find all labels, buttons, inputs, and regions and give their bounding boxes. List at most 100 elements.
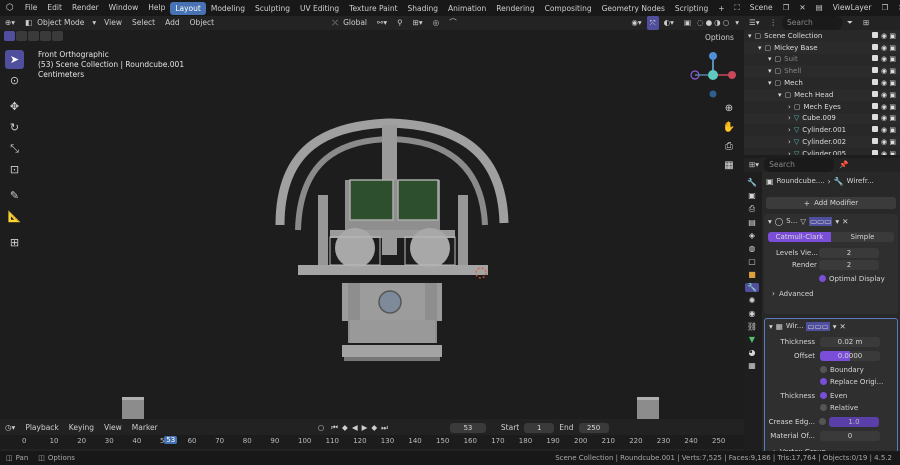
viewport-toggle-icon[interactable]: ▭▭▭	[809, 216, 833, 226]
properties-editor-icon[interactable]: ⊞▾	[744, 158, 764, 172]
menu-view[interactable]: View	[99, 16, 127, 30]
select-invert-icon[interactable]	[40, 31, 51, 41]
include-checkbox[interactable]	[872, 138, 879, 145]
pivot-icon[interactable]: ⚯▾	[372, 16, 392, 30]
include-checkbox[interactable]	[872, 43, 879, 50]
timeline-ruler[interactable]: 0102030405060708090100110120130140150160…	[0, 435, 744, 449]
start-frame-field[interactable]: 1	[524, 422, 555, 433]
tab-texture-paint[interactable]: Texture Paint	[344, 2, 402, 15]
select-subtract-icon[interactable]	[28, 31, 39, 41]
tab-animation[interactable]: Animation	[443, 2, 491, 15]
scene-icon[interactable]: ⛶	[730, 0, 745, 16]
tab-modeling[interactable]: Modeling	[206, 2, 250, 15]
view-layer-tab-icon[interactable]: ▤	[748, 218, 756, 227]
texture-tab-icon[interactable]: ▦	[748, 361, 756, 370]
catmull-clark-button[interactable]: Catmull-Clark	[768, 232, 831, 242]
menu-add[interactable]: Add	[160, 16, 185, 30]
outliner-row[interactable]: › ▽ Cylinder.005 ◉ ▣	[744, 147, 900, 155]
playhead[interactable]: 53	[164, 436, 178, 444]
tab-sculpting[interactable]: Sculpting	[250, 2, 295, 15]
camera-icon[interactable]: ▣	[889, 32, 896, 40]
transform-orientation-icon[interactable]: ⤫	[327, 16, 338, 30]
shading-options-icon[interactable]: ▾	[730, 16, 744, 30]
mech-head-model[interactable]	[270, 115, 520, 415]
options-dropdown[interactable]: Options	[700, 31, 739, 45]
menu-object[interactable]: Object	[185, 16, 219, 30]
eye-icon[interactable]: ◉	[881, 138, 887, 146]
zoom-icon[interactable]: ⊕	[721, 100, 737, 116]
autokey-icon[interactable]: ○	[313, 421, 330, 435]
material-tab-icon[interactable]: ◕	[749, 348, 756, 357]
remove-modifier-icon[interactable]: ✕	[842, 217, 848, 226]
shading-rendered-icon[interactable]: ○	[722, 16, 731, 30]
annotate-tool-icon[interactable]: ✎	[5, 186, 24, 205]
subsurf-name[interactable]: S...	[786, 217, 797, 225]
cursor-tool-icon[interactable]: ⊙	[5, 71, 24, 90]
tool-tab-icon[interactable]: 🔧	[747, 178, 757, 187]
expand-icon[interactable]: ▾	[768, 79, 772, 87]
include-checkbox[interactable]	[872, 114, 879, 121]
mode-selector[interactable]: Object Mode	[32, 16, 89, 30]
timeline-editor-icon[interactable]: ◷▾	[0, 421, 20, 435]
include-checkbox[interactable]	[872, 149, 879, 155]
expand-icon[interactable]: ›	[788, 114, 791, 122]
crease-field[interactable]: 1.0	[829, 416, 879, 427]
prev-key-icon[interactable]: ◆	[340, 421, 350, 435]
expand-icon[interactable]: ›	[788, 103, 791, 111]
add-cube-tool-icon[interactable]: ⊞	[5, 233, 24, 252]
copy-icon[interactable]: ❐	[876, 0, 893, 16]
overlay-icon[interactable]: ◐▾	[659, 16, 679, 30]
filter-funnel-icon[interactable]: ⏷	[842, 16, 858, 30]
include-checkbox[interactable]	[872, 102, 879, 109]
view-layer-icon[interactable]: ▤	[811, 0, 828, 16]
outliner-row[interactable]: › ▢ Mech Eyes ◉ ▣	[744, 100, 900, 113]
jump-end-icon[interactable]: ⏭	[379, 421, 390, 435]
include-checkbox[interactable]	[872, 31, 879, 38]
expand-icon[interactable]: ›	[788, 126, 791, 134]
collection-tab-icon[interactable]: ▢	[748, 257, 756, 266]
eye-icon[interactable]: ◉	[881, 126, 887, 134]
new-collection-icon[interactable]: ⊞	[858, 16, 874, 30]
tab-compositing[interactable]: Compositing	[540, 2, 597, 15]
end-frame-field[interactable]: 250	[578, 422, 609, 433]
next-key-icon[interactable]: ◆	[369, 421, 379, 435]
expand-icon[interactable]: ▾	[768, 67, 772, 75]
visibility-icon[interactable]: ◉▾	[626, 16, 646, 30]
timeline-menu-marker[interactable]: Marker	[127, 421, 163, 435]
outliner-editor-icon[interactable]: ☰▾	[744, 16, 765, 30]
world-tab-icon[interactable]: ◍	[749, 244, 756, 253]
outliner-row[interactable]: › ▽ Cylinder.002 ◉ ▣	[744, 136, 900, 148]
navigation-gizmo[interactable]	[688, 50, 738, 100]
edit-mode-icon[interactable]: ▽	[800, 217, 806, 226]
camera-icon[interactable]: ▣	[889, 126, 896, 134]
outliner-row[interactable]: ▾ ▢ Mickey Base ◉ ▣	[744, 41, 900, 54]
scene-selector[interactable]: Scene	[745, 0, 778, 16]
pin-icon[interactable]: 📌	[834, 158, 853, 172]
collapse-icon[interactable]: ▾	[768, 217, 772, 226]
rotate-tool-icon[interactable]: ↻	[5, 118, 24, 137]
outliner-row[interactable]: ▾ ▢ Scene Collection ◉ ▣	[744, 30, 900, 42]
play-icon[interactable]: ▶	[360, 421, 370, 435]
eye-icon[interactable]: ◉	[881, 67, 887, 75]
mode-selector-icon[interactable]: ◧	[20, 16, 32, 30]
proportional-edit-icon[interactable]: ◎	[428, 16, 445, 30]
outliner-row[interactable]: ▾ ▢ Suit ◉ ▣	[744, 53, 900, 66]
add-modifier-button[interactable]: + Add Modifier	[766, 197, 896, 209]
simple-button[interactable]: Simple	[831, 232, 894, 242]
physics-tab-icon[interactable]: ◉	[749, 309, 756, 318]
include-checkbox[interactable]	[872, 55, 879, 62]
copy-icon[interactable]: ❐	[778, 0, 795, 16]
jump-start-icon[interactable]: ⏮	[329, 421, 340, 435]
menu-help[interactable]: Help	[143, 0, 170, 16]
snap-icon[interactable]: ⚲	[392, 16, 408, 30]
close-icon[interactable]: ✕	[893, 0, 900, 16]
eye-icon[interactable]: ◉	[881, 114, 887, 122]
advanced-subpanel[interactable]: › Advanced	[764, 288, 898, 299]
offset-field[interactable]: 0.0000	[820, 350, 880, 361]
thickness-field[interactable]: 0.02 m	[820, 336, 880, 347]
levels-field[interactable]: 2	[819, 247, 879, 258]
eye-icon[interactable]: ◉	[881, 150, 887, 155]
tab-scripting[interactable]: Scripting	[670, 2, 713, 15]
transform-orientation[interactable]: Global	[338, 16, 372, 30]
select-new-icon[interactable]	[4, 31, 15, 41]
